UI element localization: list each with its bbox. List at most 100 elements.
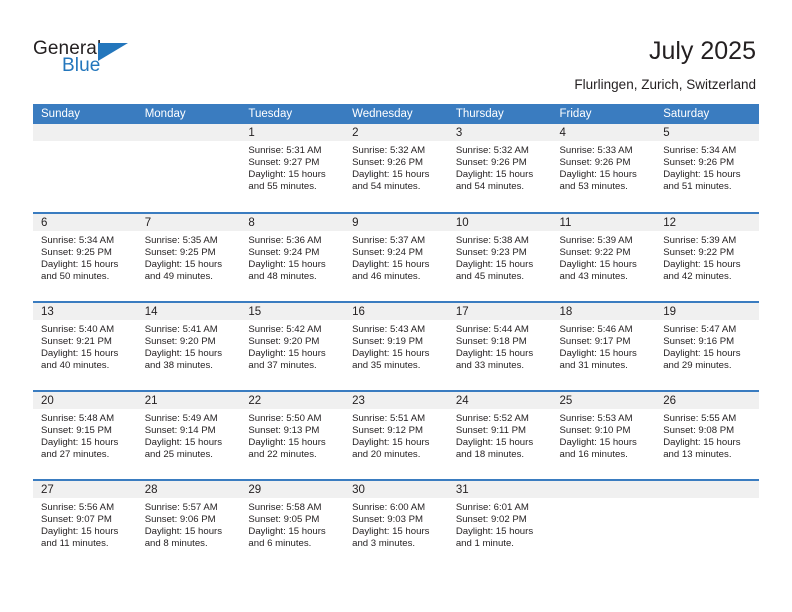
daylight-text-line1: Daylight: 15 hours xyxy=(144,348,223,360)
calendar-day-cell[interactable]: 2 Sunrise: 5:32 AM Sunset: 9:26 PM Daylight… xyxy=(344,124,448,213)
calendar-day-cell[interactable]: 12 Sunrise: 5:39 AM Sunset: 9:22 PM Dayligh… xyxy=(655,212,759,302)
daylight-text-line2: and 51 minutes. xyxy=(663,181,732,193)
calendar-day-cell[interactable]: 28 Sunrise: 5:57 AM Sunset: 9:06 PM Dayligh… xyxy=(136,479,241,569)
calendar-day-cell[interactable]: 20 Sunrise: 5:48 AM Sunset: 9:15 PM Dayligh… xyxy=(33,390,137,480)
calendar-day-cell[interactable]: 22 Sunrise: 5:50 AM Sunset: 9:13 PM Dayligh… xyxy=(240,390,345,480)
day-details: Sunrise: 5:31 AM Sunset: 9:27 PM Daylight:… xyxy=(240,141,344,193)
calendar-day-cell[interactable]: 11 Sunrise: 5:39 AM Sunset: 9:22 PM Dayligh… xyxy=(551,212,656,302)
day-number: 6 xyxy=(33,214,137,231)
day-details: Sunrise: 5:46 AM Sunset: 9:17 PM Daylight:… xyxy=(552,320,656,372)
sunrise-text: Sunrise: 5:49 AM xyxy=(144,413,218,424)
sunrise-text: Sunrise: 5:33 AM xyxy=(559,145,633,156)
day-number: 14 xyxy=(136,303,241,320)
calendar-day-cell[interactable]: 3 Sunrise: 5:32 AM Sunset: 9:26 PM Daylight… xyxy=(447,124,552,213)
sunset-text: Sunset: 9:16 PM xyxy=(663,336,735,348)
daylight-text-line1: Daylight: 15 hours xyxy=(144,259,223,271)
day-number: 3 xyxy=(447,124,552,141)
calendar-day-cell[interactable]: 27 Sunrise: 5:56 AM Sunset: 9:07 PM Dayligh… xyxy=(33,479,137,569)
calendar-day-cell[interactable]: 17 Sunrise: 5:44 AM Sunset: 9:18 PM Dayligh… xyxy=(447,301,552,391)
daylight-text-line1: Daylight: 15 hours xyxy=(352,259,430,271)
calendar-day-cell[interactable]: 1 Sunrise: 5:31 AM Sunset: 9:27 PM Daylight… xyxy=(240,124,345,213)
calendar-week-row: 1 Sunrise: 5:31 AM Sunset: 9:27 PM Daylight… xyxy=(33,124,759,213)
calendar-day-cell[interactable]: 23 Sunrise: 5:51 AM Sunset: 9:12 PM Dayligh… xyxy=(344,390,448,480)
daylight-text-line2: and 55 minutes. xyxy=(248,181,317,193)
day-number: 15 xyxy=(240,303,345,320)
sunset-text: Sunset: 9:26 PM xyxy=(455,157,527,169)
sunset-text: Sunset: 9:03 PM xyxy=(352,514,424,526)
day-number: 12 xyxy=(655,214,759,231)
page-title: July 2025 xyxy=(648,37,756,65)
daylight-text-line2: and 54 minutes. xyxy=(455,181,525,193)
day-details: Sunrise: 5:43 AM Sunset: 9:19 PM Daylight:… xyxy=(344,320,448,372)
calendar-day-cell[interactable]: 4 Sunrise: 5:33 AM Sunset: 9:26 PM Daylight… xyxy=(551,124,656,213)
calendar-week-row: 13 Sunrise: 5:40 AM Sunset: 9:21 PM Dayligh… xyxy=(33,301,759,391)
daylight-text-line2: and 1 minute. xyxy=(455,538,514,550)
daylight-text-line2: and 18 minutes. xyxy=(455,449,525,461)
calendar-day-cell[interactable]: 5 Sunrise: 5:34 AM Sunset: 9:26 PM Daylight… xyxy=(655,124,759,213)
daylight-text-line2: and 3 minutes. xyxy=(352,538,416,550)
calendar-day-cell[interactable]: 31 Sunrise: 6:01 AM Sunset: 9:02 PM Dayligh… xyxy=(447,479,552,569)
calendar-day-cell[interactable]: 18 Sunrise: 5:46 AM Sunset: 9:17 PM Dayligh… xyxy=(551,301,656,391)
calendar-day-cell[interactable]: 29 Sunrise: 5:58 AM Sunset: 9:05 PM Dayligh… xyxy=(240,479,345,569)
calendar-week-row: 27 Sunrise: 5:56 AM Sunset: 9:07 PM Dayligh… xyxy=(33,479,759,569)
calendar-day-cell[interactable]: 6 Sunrise: 5:34 AM Sunset: 9:25 PM Daylight… xyxy=(33,212,137,302)
calendar-week-row: 20 Sunrise: 5:48 AM Sunset: 9:15 PM Dayligh… xyxy=(33,390,759,480)
day-number: 9 xyxy=(344,214,448,231)
day-details: Sunrise: 5:33 AM Sunset: 9:26 PM Daylight:… xyxy=(552,141,656,193)
day-number: 27 xyxy=(33,481,137,498)
day-details: Sunrise: 5:44 AM Sunset: 9:18 PM Daylight:… xyxy=(448,320,552,372)
sunrise-text: Sunrise: 5:56 AM xyxy=(41,502,115,513)
daylight-text-line2: and 49 minutes. xyxy=(144,271,213,283)
calendar-day-cell[interactable]: 10 Sunrise: 5:38 AM Sunset: 9:23 PM Dayligh… xyxy=(447,212,552,302)
calendar-day-cell[interactable]: 15 Sunrise: 5:42 AM Sunset: 9:20 PM Dayligh… xyxy=(240,301,345,391)
sunrise-text: Sunrise: 5:31 AM xyxy=(248,145,322,156)
general-blue-logo[interactable]: General Blue xyxy=(33,38,153,82)
day-details: Sunrise: 5:40 AM Sunset: 9:21 PM Daylight:… xyxy=(33,320,137,372)
calendar-day-cell[interactable]: 13 Sunrise: 5:40 AM Sunset: 9:21 PM Dayligh… xyxy=(33,301,137,391)
day-details: Sunrise: 5:58 AM Sunset: 9:05 PM Daylight:… xyxy=(240,498,344,550)
daylight-text-line1: Daylight: 15 hours xyxy=(455,437,534,449)
calendar-day-cell-empty xyxy=(136,124,241,213)
daylight-text-line1: Daylight: 15 hours xyxy=(248,437,326,449)
calendar-day-cell[interactable]: 24 Sunrise: 5:52 AM Sunset: 9:11 PM Dayligh… xyxy=(447,390,552,480)
daylight-text-line1: Daylight: 15 hours xyxy=(455,526,534,538)
daylight-text-line1: Daylight: 15 hours xyxy=(352,526,430,538)
daylight-text-line2: and 8 minutes. xyxy=(144,538,208,550)
logo-triangle-icon xyxy=(98,43,128,61)
day-details: Sunrise: 5:39 AM Sunset: 9:22 PM Daylight:… xyxy=(552,231,656,283)
calendar-day-cell[interactable]: 21 Sunrise: 5:49 AM Sunset: 9:14 PM Dayligh… xyxy=(136,390,241,480)
calendar-day-cell-empty xyxy=(551,479,656,569)
calendar-day-cell[interactable]: 9 Sunrise: 5:37 AM Sunset: 9:24 PM Daylight… xyxy=(344,212,448,302)
weekday-header-thursday: Thursday xyxy=(447,104,552,124)
sunrise-text: Sunrise: 5:35 AM xyxy=(144,235,218,246)
calendar-page: General Blue July 2025 Flurlingen, Zuric… xyxy=(0,0,792,612)
daylight-text-line1: Daylight: 15 hours xyxy=(455,169,534,181)
calendar-day-cell[interactable]: 16 Sunrise: 5:43 AM Sunset: 9:19 PM Dayligh… xyxy=(344,301,448,391)
sunset-text: Sunset: 9:24 PM xyxy=(248,247,320,259)
weekday-header-sunday: Sunday xyxy=(33,104,137,124)
day-details: Sunrise: 5:37 AM Sunset: 9:24 PM Daylight:… xyxy=(344,231,448,283)
day-number: 28 xyxy=(136,481,241,498)
calendar-day-cell[interactable]: 25 Sunrise: 5:53 AM Sunset: 9:10 PM Dayligh… xyxy=(551,390,656,480)
daylight-text-line2: and 11 minutes. xyxy=(41,538,109,550)
day-details: Sunrise: 5:51 AM Sunset: 9:12 PM Daylight:… xyxy=(344,409,448,461)
calendar-day-cell[interactable]: 26 Sunrise: 5:55 AM Sunset: 9:08 PM Dayligh… xyxy=(655,390,759,480)
sunset-text: Sunset: 9:26 PM xyxy=(663,157,735,169)
day-number xyxy=(33,124,137,141)
day-number: 17 xyxy=(447,303,552,320)
sunrise-text: Sunrise: 5:34 AM xyxy=(41,235,115,246)
day-details: Sunrise: 5:56 AM Sunset: 9:07 PM Daylight:… xyxy=(33,498,137,550)
sunrise-text: Sunrise: 5:48 AM xyxy=(41,413,115,424)
calendar-day-cell[interactable]: 19 Sunrise: 5:47 AM Sunset: 9:16 PM Dayligh… xyxy=(655,301,759,391)
calendar-day-cell[interactable]: 8 Sunrise: 5:36 AM Sunset: 9:24 PM Daylight… xyxy=(240,212,345,302)
sunrise-text: Sunrise: 5:43 AM xyxy=(352,324,426,335)
daylight-text-line2: and 22 minutes. xyxy=(248,449,317,461)
day-number: 26 xyxy=(655,392,759,409)
calendar-day-cell[interactable]: 30 Sunrise: 6:00 AM Sunset: 9:03 PM Dayligh… xyxy=(344,479,448,569)
daylight-text-line2: and 45 minutes. xyxy=(455,271,525,283)
sunset-text: Sunset: 9:26 PM xyxy=(559,157,631,169)
calendar-day-cell[interactable]: 14 Sunrise: 5:41 AM Sunset: 9:20 PM Dayligh… xyxy=(136,301,241,391)
calendar-day-cell[interactable]: 7 Sunrise: 5:35 AM Sunset: 9:25 PM Daylight… xyxy=(136,212,241,302)
day-details: Sunrise: 5:53 AM Sunset: 9:10 PM Daylight:… xyxy=(552,409,656,461)
day-number xyxy=(655,481,759,498)
